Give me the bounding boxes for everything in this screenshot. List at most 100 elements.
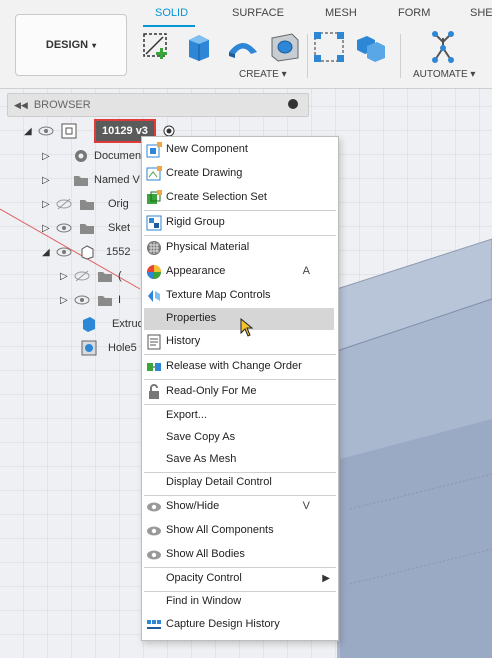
browser-item-sub-2[interactable]: ▷ I — [60, 289, 121, 311]
hole-feature-icon — [81, 340, 97, 356]
pattern-icon[interactable] — [312, 30, 346, 64]
folder-icon — [80, 224, 94, 234]
mouse-cursor-icon — [240, 318, 254, 337]
menu-item-export[interactable]: Export... — [142, 405, 338, 427]
extrude-icon[interactable] — [183, 30, 217, 64]
eye-icon[interactable] — [38, 125, 54, 137]
browser-item-sub-1[interactable]: ▷ ( — [60, 265, 122, 287]
drawing-icon — [146, 166, 162, 181]
component-icon — [61, 123, 77, 139]
create-sketch-icon[interactable] — [141, 30, 175, 64]
browser-item-label: 1552 — [106, 246, 131, 258]
browser-pin-icon[interactable] — [288, 99, 298, 109]
capture-history-icon — [147, 620, 161, 629]
menu-separator — [144, 235, 336, 236]
toolbar: DESIGN ▾ SOLID SURFACE MESH FORM SHE CRE… — [0, 0, 492, 89]
menu-item-appearance[interactable]: Appearance A — [142, 261, 338, 283]
eye-icon — [147, 550, 161, 560]
expand-triangle-icon[interactable]: ◢ — [24, 126, 38, 137]
caret-down-icon: ▾ — [470, 69, 476, 80]
collapse-browser-icon[interactable]: ◀◀ — [14, 100, 28, 111]
menu-item-save-copy-as[interactable]: Save Copy As — [142, 427, 338, 449]
browser-title: BROWSER — [33, 99, 91, 111]
browser-item-label: I — [118, 294, 122, 306]
browser-item-extrude[interactable]: Extrud — [80, 313, 144, 335]
combine-icon[interactable] — [353, 30, 389, 64]
menu-item-show-hide[interactable]: Show/Hide V — [142, 496, 338, 518]
menu-separator — [144, 210, 336, 211]
eye-hidden-icon[interactable] — [74, 270, 90, 282]
tab-sheet-metal[interactable]: SHE — [470, 7, 492, 19]
menu-item-rigid-group[interactable]: Rigid Group — [142, 212, 338, 234]
browser-item-origin[interactable]: ▷ Orig — [42, 193, 129, 215]
material-icon — [147, 241, 161, 255]
extrude-feature-icon — [83, 317, 95, 332]
browser-item-label: ( — [118, 270, 122, 282]
browser-item-label: Extrud — [112, 318, 144, 330]
tab-solid[interactable]: SOLID — [155, 7, 188, 19]
automate-menu-label[interactable]: AUTOMATE ▾ — [413, 69, 475, 80]
expand-triangle-icon[interactable]: ▷ — [42, 199, 56, 210]
texture-map-icon — [148, 290, 160, 302]
menu-item-create-drawing[interactable]: Create Drawing — [142, 163, 338, 185]
expand-triangle-icon[interactable]: ▷ — [42, 151, 56, 162]
menu-item-new-component[interactable]: New Component — [142, 139, 338, 161]
release-icon — [147, 363, 161, 371]
browser-item-label: Sket — [108, 222, 131, 234]
menu-item-show-all-components[interactable]: Show All Components — [142, 520, 338, 542]
browser-panel-header[interactable]: ◀◀ BROWSER — [7, 93, 309, 117]
browser-item-hole[interactable]: Hole5 — [80, 337, 137, 359]
automate-icon[interactable] — [425, 30, 461, 66]
expand-triangle-icon[interactable]: ▷ — [42, 175, 56, 186]
toolbar-separator — [400, 34, 401, 78]
browser-item-body[interactable]: ◢ 1552 — [42, 241, 130, 263]
shortcut-label: V — [302, 500, 310, 512]
eye-icon[interactable] — [74, 294, 90, 306]
create-menu-label[interactable]: CREATE ▾ — [239, 69, 287, 80]
caret-down-icon: ▾ — [281, 69, 287, 80]
browser-item-label: Documen — [94, 150, 142, 162]
new-component-icon — [146, 142, 162, 158]
menu-item-show-all-bodies[interactable]: Show All Bodies — [142, 544, 338, 566]
browser-root-row[interactable]: ◢ — [24, 120, 82, 142]
folder-icon — [74, 176, 88, 186]
tab-form[interactable]: FORM — [398, 7, 430, 19]
browser-item-document-settings[interactable]: ▷ Documen — [42, 145, 141, 167]
menu-separator — [144, 354, 336, 355]
expand-triangle-icon[interactable]: ▷ — [60, 295, 74, 306]
browser-item-named-views[interactable]: ▷ Named V — [42, 169, 140, 191]
shortcut-label: A — [302, 265, 310, 277]
menu-item-opacity-control[interactable]: Opacity Control ▶ — [142, 568, 338, 590]
menu-item-save-as-mesh[interactable]: Save As Mesh — [142, 449, 338, 471]
menu-item-display-detail-control[interactable]: Display Detail Control — [142, 472, 338, 494]
gear-icon — [75, 150, 87, 162]
menu-item-texture-map-controls[interactable]: Texture Map Controls — [142, 285, 338, 307]
eye-icon[interactable] — [56, 222, 72, 234]
workspace-switcher-button[interactable]: DESIGN ▾ — [15, 14, 127, 76]
menu-item-read-only[interactable]: Read-Only For Me — [142, 381, 338, 403]
menu-item-properties[interactable]: Properties — [144, 308, 334, 330]
hole-icon[interactable] — [268, 30, 302, 64]
selection-set-icon — [147, 190, 162, 204]
toolbar-separator — [307, 34, 308, 78]
expand-triangle-icon[interactable]: ▷ — [42, 223, 56, 234]
folder-icon — [98, 296, 112, 306]
menu-item-release-change-order[interactable]: Release with Change Order — [142, 356, 338, 378]
rigid-group-icon — [146, 215, 162, 231]
tab-surface[interactable]: SURFACE — [232, 7, 284, 19]
eye-icon[interactable] — [56, 246, 72, 258]
menu-item-create-selection-set[interactable]: Create Selection Set — [142, 187, 338, 209]
eye-icon — [147, 502, 161, 512]
expand-triangle-icon[interactable]: ◢ — [42, 247, 56, 258]
workspace-label: DESIGN — [45, 39, 89, 51]
menu-item-find-in-window[interactable]: Find in Window — [142, 591, 338, 613]
folder-icon — [98, 272, 112, 282]
menu-item-physical-material[interactable]: Physical Material — [142, 237, 338, 259]
menu-item-capture-design-history[interactable]: Capture Design History — [142, 614, 338, 636]
tab-mesh[interactable]: MESH — [325, 7, 357, 19]
revolve-icon[interactable] — [225, 30, 261, 64]
browser-item-sketches[interactable]: ▷ Sket — [42, 217, 130, 239]
expand-triangle-icon[interactable]: ▷ — [60, 271, 74, 282]
browser-item-label: Orig — [108, 198, 129, 210]
eye-hidden-icon[interactable] — [56, 198, 72, 210]
